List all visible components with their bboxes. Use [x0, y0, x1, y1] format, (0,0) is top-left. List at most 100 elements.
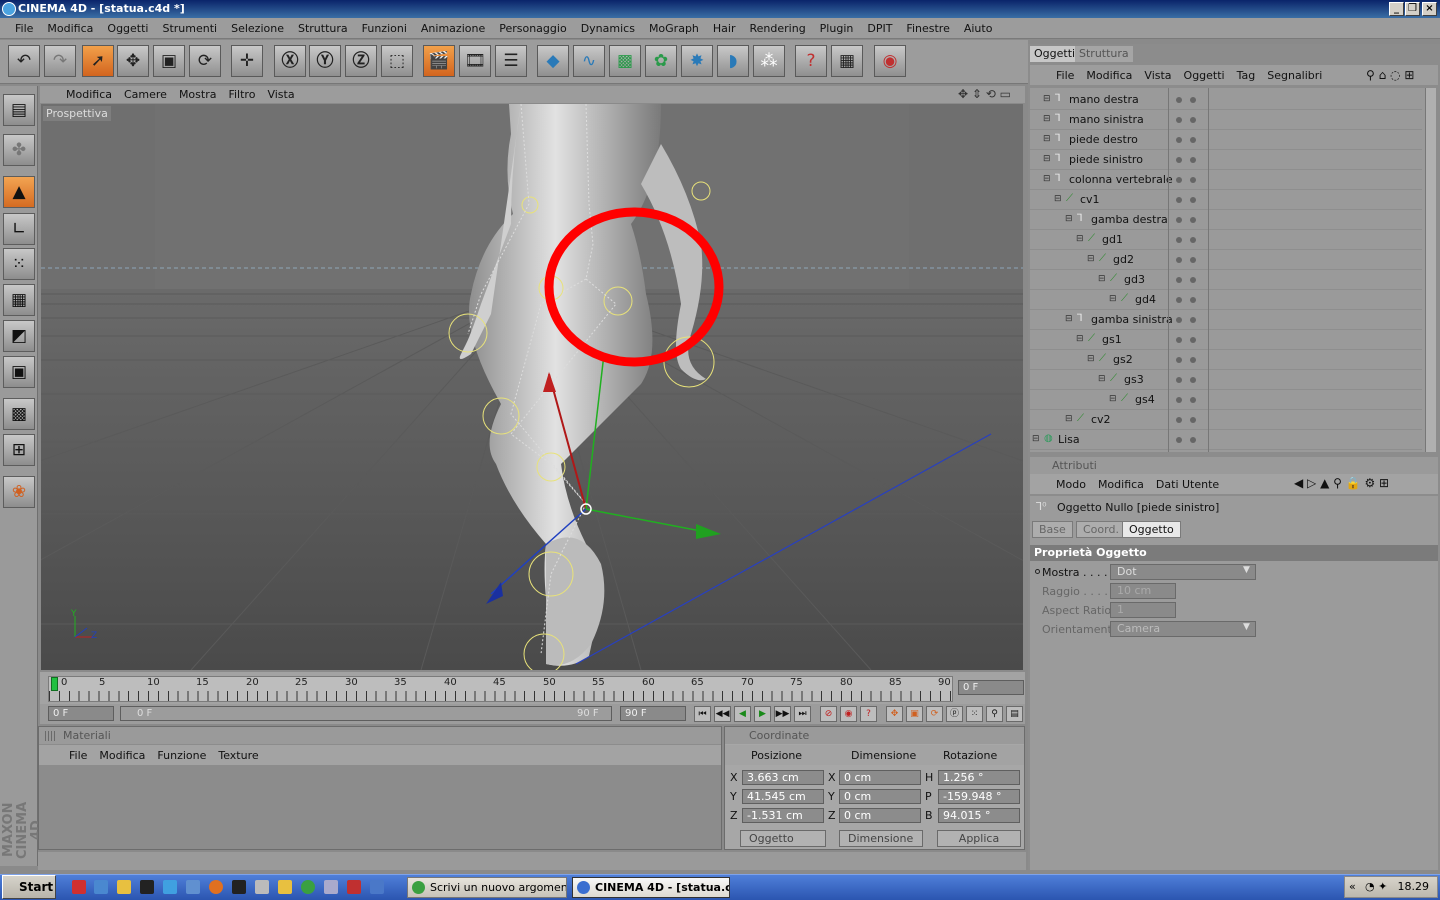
- object-name[interactable]: gamba sinistra: [1091, 313, 1173, 326]
- object-axis-icon[interactable]: ∟: [3, 213, 35, 245]
- viewport-menu-mostra[interactable]: Mostra: [173, 88, 223, 101]
- object-name[interactable]: gd4: [1135, 293, 1156, 306]
- visibility-dot-icon[interactable]: [1190, 217, 1196, 223]
- quicklaunch-tv-icon[interactable]: [347, 880, 361, 894]
- deformer-icon[interactable]: ✸: [681, 45, 713, 77]
- dimension-y-field[interactable]: 0 cm: [839, 789, 921, 804]
- tab-struttura[interactable]: Struttura: [1075, 46, 1133, 62]
- key-scale-icon[interactable]: ▣: [906, 706, 923, 722]
- object-name[interactable]: gd2: [1113, 253, 1134, 266]
- tray-expand-icon[interactable]: «: [1349, 877, 1356, 897]
- texture-mode-icon[interactable]: ▣: [3, 356, 35, 388]
- expand-toggle-icon[interactable]: ⊟: [1087, 254, 1095, 264]
- timeline-playhead[interactable]: [51, 677, 58, 691]
- objects-menu-segnalibri[interactable]: Segnalibri: [1261, 69, 1328, 82]
- viewport-menu-filtro[interactable]: Filtro: [222, 88, 261, 101]
- orientamento-dropdown[interactable]: Camera: [1110, 621, 1256, 637]
- objects-menu-file[interactable]: File: [1050, 69, 1080, 82]
- light-icon[interactable]: ⁂: [753, 45, 785, 77]
- tray-network-icon[interactable]: ◔ ✦: [1365, 877, 1387, 897]
- materials-menu-funzione[interactable]: Funzione: [151, 749, 212, 762]
- taskbar-item-browser[interactable]: Scrivi un nuovo argomen...: [407, 877, 567, 898]
- visibility-dot-icon[interactable]: [1190, 337, 1196, 343]
- visibility-dot-icon[interactable]: [1176, 317, 1182, 323]
- quicklaunch-explorer-icon[interactable]: [278, 880, 292, 894]
- menu-struttura[interactable]: Struttura: [291, 22, 355, 35]
- spline-icon[interactable]: ∿: [573, 45, 605, 77]
- visibility-dot-icon[interactable]: [1190, 277, 1196, 283]
- objects-menu-tag[interactable]: Tag: [1231, 69, 1262, 82]
- expand-toggle-icon[interactable]: ⊟: [1043, 154, 1051, 164]
- render-region-icon[interactable]: ▦: [831, 45, 863, 77]
- visibility-dot-icon[interactable]: [1176, 237, 1182, 243]
- position-x-field[interactable]: 3.663 cm: [742, 770, 824, 785]
- object-tree-row[interactable]: ⊟ ⟋ gd2: [1030, 250, 1422, 270]
- object-tree-row[interactable]: ⊟ ⟋ cv1: [1030, 190, 1422, 210]
- object-name[interactable]: mano destra: [1069, 93, 1139, 106]
- timeline-ruler[interactable]: 0 5 10 15 20 25 30 35 40 45 50 55 60 65 …: [48, 676, 953, 702]
- viewport-navigation-icons[interactable]: ✥ ⇕ ⟲ ▭: [958, 87, 1011, 101]
- maximize-button[interactable]: ❐: [1405, 2, 1420, 16]
- object-name[interactable]: gs2: [1113, 353, 1133, 366]
- visibility-dot-icon[interactable]: [1176, 197, 1182, 203]
- minimize-button[interactable]: _: [1389, 2, 1404, 16]
- quicklaunch-folder-icon[interactable]: [117, 880, 131, 894]
- attr-tab-coord[interactable]: Coord.: [1076, 521, 1126, 538]
- object-name[interactable]: Lisa: [1058, 433, 1080, 446]
- quicklaunch-app-icon[interactable]: [186, 880, 200, 894]
- quicklaunch-notepad-icon[interactable]: [324, 880, 338, 894]
- viewport-menu-camere[interactable]: Camere: [118, 88, 173, 101]
- mostra-dropdown[interactable]: Dot: [1110, 564, 1256, 580]
- edit-render-icon[interactable]: ✤: [3, 134, 35, 166]
- object-name[interactable]: colonna vertebrale: [1069, 173, 1173, 186]
- move-icon[interactable]: ✥: [117, 45, 149, 77]
- uv-mode-icon[interactable]: ▩: [3, 398, 35, 430]
- close-button[interactable]: ×: [1422, 2, 1437, 16]
- expand-toggle-icon[interactable]: ⊟: [1098, 374, 1106, 384]
- render-view-icon[interactable]: 🎬: [423, 45, 455, 77]
- visibility-dot-icon[interactable]: [1176, 97, 1182, 103]
- menu-finestre[interactable]: Finestre: [899, 22, 956, 35]
- expand-toggle-icon[interactable]: ⊟: [1043, 134, 1051, 144]
- object-tree-row[interactable]: ⊟ ⅂ gamba sinistra: [1030, 310, 1422, 330]
- key-position-icon[interactable]: ✥: [886, 706, 903, 722]
- object-name[interactable]: gs1: [1102, 333, 1122, 346]
- undo-icon[interactable]: ↶: [8, 45, 40, 77]
- visibility-dot-icon[interactable]: [1176, 417, 1182, 423]
- keyframe-selection-icon[interactable]: ?: [860, 706, 877, 722]
- object-name[interactable]: cv1: [1080, 193, 1100, 206]
- menu-oggetti[interactable]: Oggetti: [100, 22, 155, 35]
- materials-menu-file[interactable]: File: [63, 749, 93, 762]
- animation-dot-icon[interactable]: [1035, 569, 1040, 574]
- sculpt-icon[interactable]: ❀: [3, 476, 35, 508]
- quicklaunch-firefox-icon[interactable]: [209, 880, 223, 894]
- record-keys-icon[interactable]: ⊘: [820, 706, 837, 722]
- expand-toggle-icon[interactable]: ⊟: [1065, 214, 1073, 224]
- coordinate-mode-select[interactable]: Oggetto: [740, 830, 826, 847]
- menu-plugin[interactable]: Plugin: [813, 22, 861, 35]
- visibility-dot-icon[interactable]: [1176, 277, 1182, 283]
- z-axis-lock-icon[interactable]: Ⓩ: [345, 45, 377, 77]
- position-z-field[interactable]: -1.531 cm: [742, 808, 824, 823]
- end-frame-field[interactable]: 90 F: [620, 706, 686, 721]
- quicklaunch-drive-icon[interactable]: [255, 880, 269, 894]
- object-name[interactable]: gs4: [1135, 393, 1155, 406]
- expand-toggle-icon[interactable]: ⊟: [1109, 294, 1117, 304]
- objects-search-home-icons[interactable]: ⚲ ⌂ ◌ ⊞: [1366, 68, 1414, 82]
- autokey-icon[interactable]: ◉: [840, 706, 857, 722]
- visibility-dot-icon[interactable]: [1190, 397, 1196, 403]
- start-frame-field[interactable]: 0 F: [48, 706, 114, 721]
- objects-menu-vista[interactable]: Vista: [1138, 69, 1177, 82]
- chevron-down-icon[interactable]: ▼: [1243, 622, 1250, 632]
- quicklaunch-console-icon[interactable]: [232, 880, 246, 894]
- visibility-dot-icon[interactable]: [1190, 157, 1196, 163]
- object-tree[interactable]: ⊟ ⅂ mano destra ⊟ ⅂ mano sinistra ⊟ ⅂ piede dest…: [1030, 88, 1430, 452]
- quicklaunch-antivirus-icon[interactable]: [72, 880, 86, 894]
- materials-menu-modifica[interactable]: Modifica: [93, 749, 151, 762]
- visibility-dot-icon[interactable]: [1190, 257, 1196, 263]
- object-name[interactable]: gs3: [1124, 373, 1144, 386]
- object-tree-row[interactable]: ⊟ ⟋ gs3: [1030, 370, 1422, 390]
- array-icon[interactable]: ✿: [645, 45, 677, 77]
- interpolation-icon[interactable]: ⚲: [986, 706, 1003, 722]
- expand-toggle-icon[interactable]: ⊟: [1043, 114, 1051, 124]
